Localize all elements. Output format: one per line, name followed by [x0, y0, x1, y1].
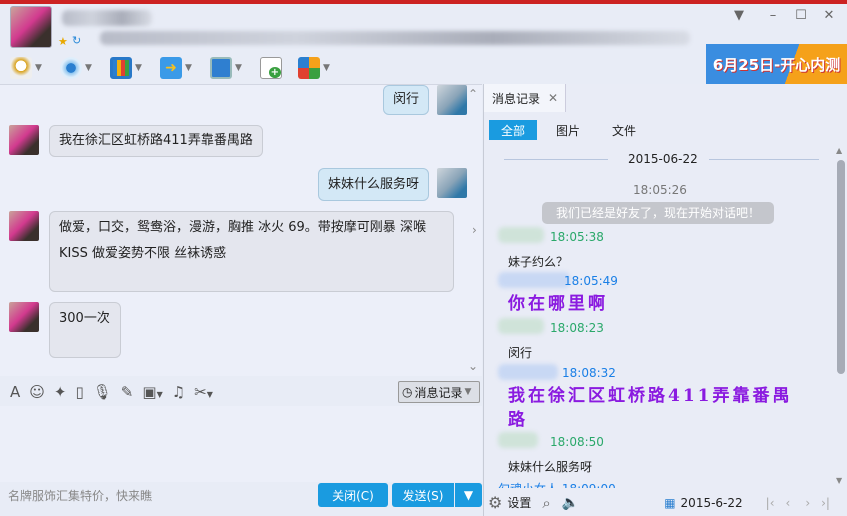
close-button[interactable]: 关闭(C) — [318, 483, 388, 507]
message-bubble-contact: 我在徐汇区虹桥路411弄靠番禺路 — [49, 125, 263, 157]
font-icon[interactable]: A — [10, 383, 20, 401]
message-bubble-me: 妹妹什么服务呀 — [318, 168, 430, 201]
monitor-cursor-icon — [210, 57, 232, 79]
speaker-icon[interactable]: 🔈 — [562, 495, 579, 511]
maximize-icon[interactable]: ☐ — [792, 8, 810, 26]
camera-icon — [60, 57, 82, 79]
entry-text: 妹妹什么服务呀 — [508, 460, 593, 474]
date-picker[interactable]: 2015-6-22 — [681, 496, 743, 510]
shake-icon[interactable]: ▯ — [75, 383, 83, 401]
first-page-icon[interactable]: |‹ — [766, 496, 775, 510]
create-discussion-button[interactable]: + — [260, 56, 282, 80]
promo-banner[interactable]: 6月25日-开心内测 — [706, 44, 847, 84]
entry-time: 18:08:32 — [562, 366, 616, 380]
microphone-icon — [10, 57, 32, 79]
message-history-button[interactable]: ◷ 消息记录 ▼ — [398, 381, 480, 403]
contact-name-blurred — [62, 10, 152, 26]
history-scrollbar[interactable]: ▲ ▼ — [836, 146, 846, 488]
send-button[interactable]: 发送(S) — [392, 483, 454, 507]
close-icon[interactable]: ✕ — [820, 8, 838, 26]
my-avatar[interactable] — [437, 85, 467, 115]
star-icon: ★ — [58, 35, 68, 48]
entry-text: 闵行 — [508, 346, 533, 360]
contact-message-avatar[interactable] — [9, 302, 39, 332]
entry-fancy-text: 我在徐汇区虹桥路411弄靠番禺路 — [508, 386, 793, 430]
clock-icon: ◷ — [402, 385, 413, 399]
screen-share-button[interactable]: ▼ — [110, 56, 142, 80]
scroll-down-icon[interactable]: ⌄ — [468, 359, 478, 373]
voice-message-icon[interactable]: 🎙 — [93, 383, 112, 401]
next-page-icon[interactable]: › — [805, 496, 810, 510]
filter-all[interactable]: 全部 — [489, 120, 538, 140]
contact-avatar[interactable] — [10, 6, 52, 48]
music-icon[interactable]: ♫ — [172, 383, 185, 401]
message-bubble-contact: 做爱，口交，鸳鸯浴，漫游，胸推 冰火 69。带按摩可刚暴 深喉 KISS 做爱姿… — [49, 211, 454, 292]
magic-wand-icon[interactable]: ✦ — [54, 383, 67, 401]
signature-blurred — [100, 31, 690, 45]
last-page-icon[interactable]: ›| — [821, 496, 830, 510]
entry-time: 18:05:49 — [564, 274, 618, 288]
scissors-icon[interactable]: ✂▼ — [194, 383, 213, 401]
chart-screen-icon — [110, 57, 132, 79]
entry-text: 妹子约么？ — [508, 255, 569, 269]
apps-grid-icon — [298, 57, 320, 79]
search-icon[interactable]: ⌕ — [542, 494, 550, 512]
calendar-icon[interactable]: ▦ — [664, 496, 675, 510]
scroll-up-icon[interactable]: ⌃ — [468, 87, 478, 101]
apps-button[interactable]: ▼ — [298, 56, 330, 80]
scroll-down-arrow[interactable]: ▼ — [836, 476, 842, 485]
entry-time: 18:08:50 — [550, 435, 604, 449]
message-bubble-contact: 300一次 — [49, 302, 121, 358]
filter-images[interactable]: 图片 — [544, 120, 592, 140]
history-bottom-bar: ⚙ 设置 ⌕ 🔈 ▦ 2015-6-22 |‹ ‹ › ›| — [484, 489, 847, 516]
scrollbar-thumb[interactable] — [837, 160, 845, 374]
entry-header: 勾魂小女人 18:09:00 — [498, 480, 616, 488]
menu-icon[interactable]: ▼ — [730, 8, 748, 26]
voice-button[interactable]: ▼ — [10, 56, 42, 80]
emoji-icon[interactable]: ☺ — [29, 383, 45, 401]
my-avatar[interactable] — [437, 168, 467, 198]
contact-message-avatar[interactable] — [9, 125, 39, 155]
message-bubble-me: 闵行 — [383, 85, 430, 115]
qzone-icon[interactable]: ↻ — [72, 34, 81, 47]
expand-panel-icon[interactable]: › — [472, 223, 477, 237]
contact-message-avatar[interactable] — [9, 211, 39, 241]
send-options-dropdown[interactable]: ▼ — [455, 483, 482, 507]
image-icon[interactable]: ▣▼ — [142, 383, 162, 401]
entry-time: 18:08:23 — [550, 321, 604, 335]
chat-add-icon: + — [260, 57, 282, 79]
close-tab-icon[interactable]: ✕ — [548, 91, 558, 105]
top-strip — [0, 0, 847, 4]
settings-button[interactable]: 设置 — [507, 494, 531, 511]
system-time: 18:05:26 — [633, 183, 687, 197]
tab-message-history[interactable]: 消息记录 ✕ — [484, 84, 566, 112]
minimize-icon[interactable]: – — [764, 8, 782, 26]
entry-time: 18:05:38 — [550, 230, 604, 244]
filter-files[interactable]: 文件 — [600, 120, 648, 140]
edit-icon[interactable]: ✎ — [121, 383, 134, 401]
ad-text-link[interactable]: 名牌服饰汇集特价，快来瞧 — [8, 487, 152, 504]
file-transfer-button[interactable]: ➜ ▼ — [160, 56, 192, 80]
gear-icon[interactable]: ⚙ — [488, 493, 502, 512]
system-message: 我们已经是好友了，现在开始对话吧！ — [542, 202, 774, 224]
video-button[interactable]: ▼ — [60, 56, 92, 80]
entry-fancy-text: 你在哪里啊 — [508, 294, 608, 314]
history-list: 2015-06-22 18:05:26 我们已经是好友了，现在开始对话吧！ 18… — [484, 146, 834, 488]
scroll-up-arrow[interactable]: ▲ — [836, 146, 842, 155]
prev-page-icon[interactable]: ‹ — [786, 496, 791, 510]
history-date: 2015-06-22 — [628, 152, 698, 166]
history-panel: 消息记录 ✕ 全部 图片 文件 2015-06-22 18:05:26 我们已经是… — [483, 84, 847, 516]
folder-arrow-icon: ➜ — [160, 57, 182, 79]
chat-message-area: 闵行 我在徐汇区虹桥路411弄靠番禺路 妹妹什么服务呀 做爱，口交，鸳鸯浴，漫游… — [0, 84, 482, 376]
remote-desktop-button[interactable]: ▼ — [210, 56, 242, 80]
message-input[interactable] — [0, 406, 482, 482]
